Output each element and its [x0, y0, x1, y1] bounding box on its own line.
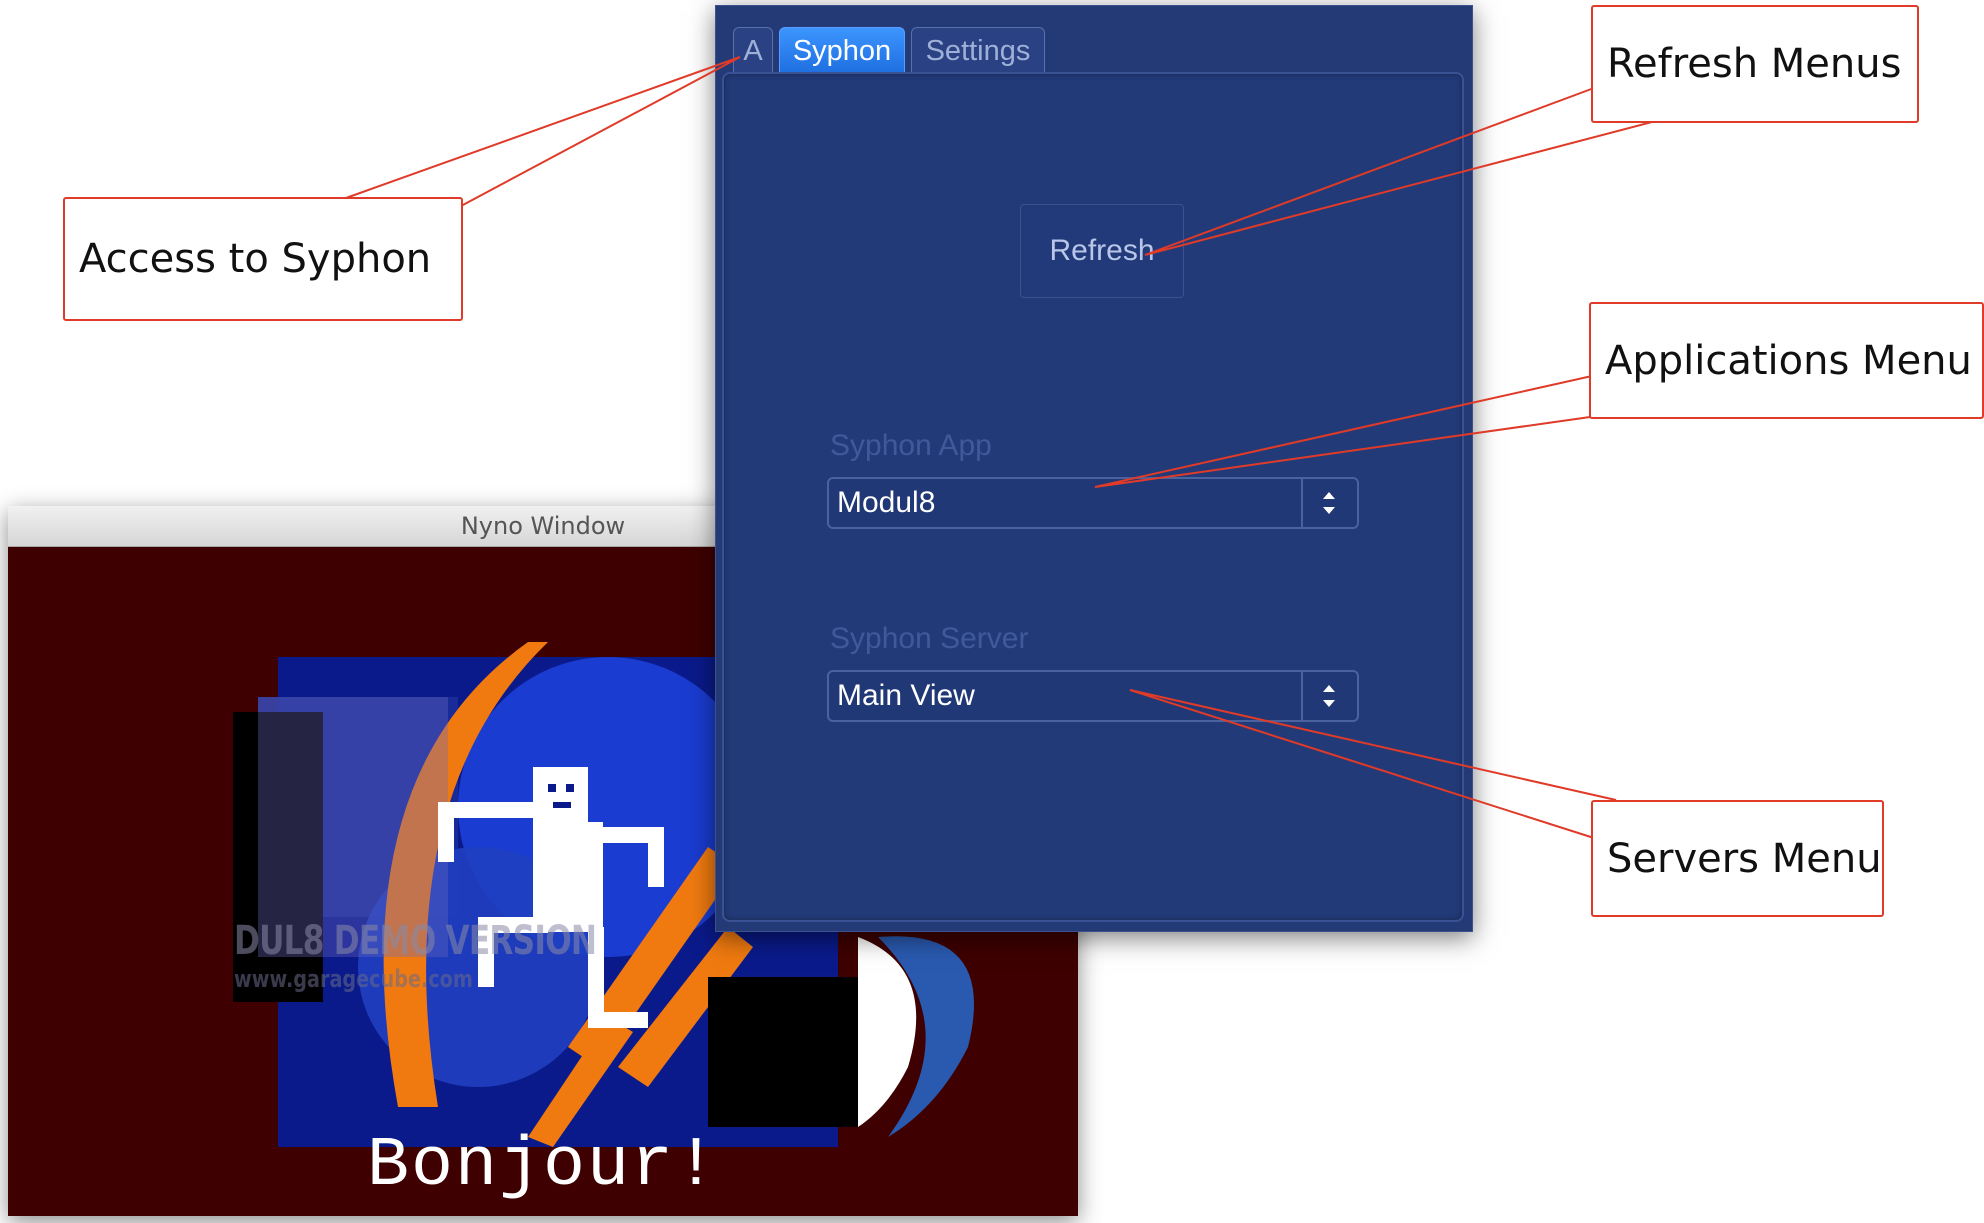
syphon-app-label: Syphon App — [830, 429, 992, 462]
syphon-server-label: Syphon Server — [830, 622, 1029, 655]
tab-syphon[interactable]: Syphon — [779, 27, 905, 73]
syphon-server-select[interactable]: Main View — [827, 670, 1359, 722]
callout-access-syphon: Access to Syphon — [63, 197, 463, 321]
syphon-app-select[interactable]: Modul8 — [827, 477, 1359, 529]
tab-settings[interactable]: Settings — [911, 27, 1045, 73]
stepper-arrows-icon — [1301, 479, 1357, 527]
greeting-text: Bonjour! — [366, 1127, 720, 1206]
stepper-arrows-icon — [1301, 672, 1357, 720]
callout-applications-menu: Applications Menu — [1589, 302, 1984, 419]
callout-servers-menu: Servers Menu — [1591, 800, 1884, 917]
syphon-tab-content: Refresh Syphon App Modul8 Syphon Server … — [722, 72, 1464, 922]
tab-a[interactable]: A — [733, 27, 773, 73]
syphon-app-value: Modul8 — [837, 486, 936, 519]
callout-refresh-menus: Refresh Menus — [1591, 5, 1919, 123]
demo-watermark: DUL8 DEMO VERSION — [234, 918, 597, 964]
refresh-button[interactable]: Refresh — [1020, 204, 1184, 298]
syphon-panel: A Syphon Settings Refresh Syphon App Mod… — [715, 5, 1473, 932]
demo-watermark-url: www.garagecube.com — [234, 965, 473, 993]
syphon-server-value: Main View — [837, 679, 975, 712]
